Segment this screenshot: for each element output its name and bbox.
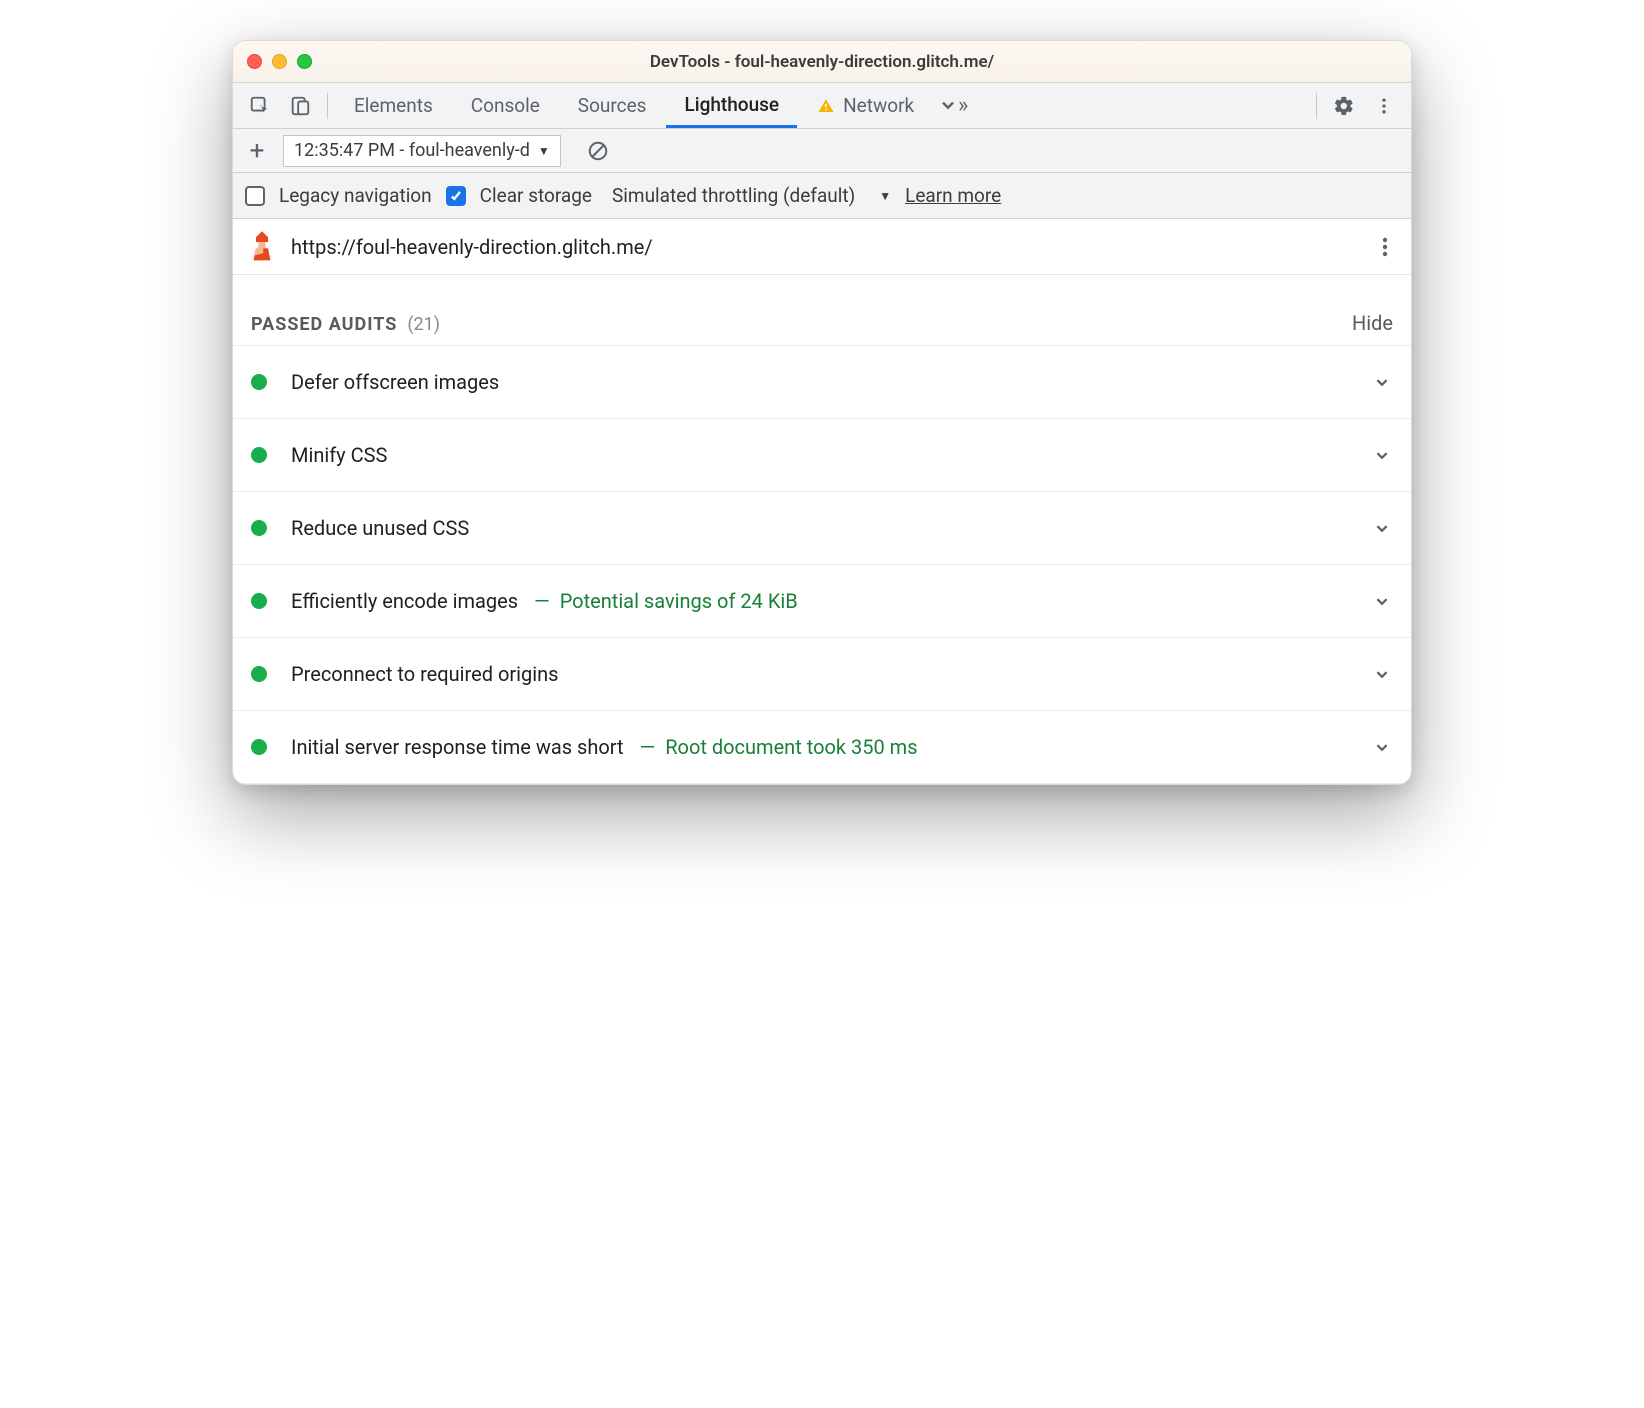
report-header: https://foul-heavenly-direction.glitch.m… (233, 219, 1411, 275)
lighthouse-logo-icon (247, 230, 277, 264)
throttling-label: Simulated throttling (default) (612, 184, 855, 207)
chevron-down-icon (1371, 663, 1393, 685)
legacy-navigation-checkbox[interactable] (245, 186, 265, 206)
audit-title: Reduce unused CSS (291, 516, 469, 540)
separator (327, 93, 328, 119)
report-selector[interactable]: 12:35:47 PM - foul-heavenly-d ▼ (283, 135, 561, 167)
audit-row[interactable]: Initial server response time was short —… (233, 710, 1411, 784)
zoom-window-button[interactable] (297, 54, 312, 69)
passed-audits-header[interactable]: PASSED AUDITS (21) Hide (233, 275, 1411, 345)
audit-title: Initial server response time was short (291, 735, 624, 759)
tab-label: Console (471, 94, 540, 117)
chevron-down-icon (1371, 517, 1393, 539)
audit-row[interactable]: Reduce unused CSS (233, 491, 1411, 564)
hide-toggle[interactable]: Hide (1352, 311, 1393, 335)
audit-title: Preconnect to required origins (291, 662, 558, 686)
report-selector-label: 12:35:47 PM - foul-heavenly-d (294, 140, 530, 161)
audit-row[interactable]: Efficiently encode images — Potential sa… (233, 564, 1411, 637)
legacy-navigation-label: Legacy navigation (279, 184, 432, 207)
tab-label: Sources (578, 94, 647, 117)
chevron-down-icon (1371, 590, 1393, 612)
minimize-window-button[interactable] (272, 54, 287, 69)
audit-detail: Root document took 350 ms (665, 735, 917, 759)
tab-lighthouse[interactable]: Lighthouse (666, 83, 797, 128)
pass-bullet-icon (251, 374, 267, 390)
audit-dash: — (640, 735, 656, 759)
clear-icon[interactable] (587, 140, 609, 162)
audit-title: Efficiently encode images (291, 589, 518, 613)
inspect-element-icon[interactable] (241, 87, 279, 125)
window-title: DevTools - foul-heavenly-direction.glitc… (247, 52, 1397, 72)
devtools-window: DevTools - foul-heavenly-direction.glitc… (232, 40, 1412, 785)
report-url[interactable]: https://foul-heavenly-direction.glitch.m… (291, 235, 1359, 259)
pass-bullet-icon (251, 447, 267, 463)
throttling-dropdown-icon[interactable]: ▼ (879, 189, 891, 203)
chevron-down-icon (1371, 444, 1393, 466)
pass-bullet-icon (251, 739, 267, 755)
lighthouse-options: Legacy navigation Clear storage Simulate… (233, 173, 1411, 219)
audit-detail: Potential savings of 24 KiB (560, 589, 798, 613)
separator (1316, 93, 1317, 119)
devtools-tabstrip: Elements Console Sources Lighthouse Netw… (233, 83, 1411, 129)
audit-title: Minify CSS (291, 443, 387, 467)
clear-storage-checkbox[interactable] (446, 186, 466, 206)
tab-console[interactable]: Console (453, 83, 558, 128)
settings-icon[interactable] (1325, 87, 1363, 125)
traffic-lights (247, 54, 312, 69)
audit-list: Defer offscreen images Minify CSS Reduce… (233, 345, 1411, 784)
tab-label: Lighthouse (684, 93, 779, 116)
pass-bullet-icon (251, 593, 267, 609)
tab-label: Network (843, 94, 914, 117)
chevron-down-icon (1371, 371, 1393, 393)
section-count: (21) (407, 314, 440, 335)
learn-more-link[interactable]: Learn more (905, 184, 1001, 207)
pass-bullet-icon (251, 520, 267, 536)
close-window-button[interactable] (247, 54, 262, 69)
pass-bullet-icon (251, 666, 267, 682)
new-report-button[interactable]: + (243, 136, 271, 166)
audit-row[interactable]: Minify CSS (233, 418, 1411, 491)
titlebar: DevTools - foul-heavenly-direction.glitc… (233, 41, 1411, 83)
lighthouse-toolbar: + 12:35:47 PM - foul-heavenly-d ▼ (233, 129, 1411, 173)
tab-elements[interactable]: Elements (336, 83, 451, 128)
audit-dash: — (534, 589, 550, 613)
report-menu-icon[interactable] (1373, 235, 1397, 259)
dropdown-icon: ▼ (538, 144, 550, 158)
chevron-down-icon (1371, 736, 1393, 758)
audit-row[interactable]: Defer offscreen images (233, 345, 1411, 418)
overflow-tabs-icon[interactable]: » (934, 87, 972, 125)
device-toolbar-icon[interactable] (281, 87, 319, 125)
kebab-menu-icon[interactable] (1365, 87, 1403, 125)
section-title: PASSED AUDITS (251, 314, 397, 335)
clear-storage-label: Clear storage (480, 184, 592, 207)
audit-row[interactable]: Preconnect to required origins (233, 637, 1411, 710)
warning-icon (817, 97, 835, 115)
tab-label: Elements (354, 94, 433, 117)
audit-title: Defer offscreen images (291, 370, 499, 394)
tab-sources[interactable]: Sources (560, 83, 665, 128)
tab-network[interactable]: Network (799, 83, 932, 128)
